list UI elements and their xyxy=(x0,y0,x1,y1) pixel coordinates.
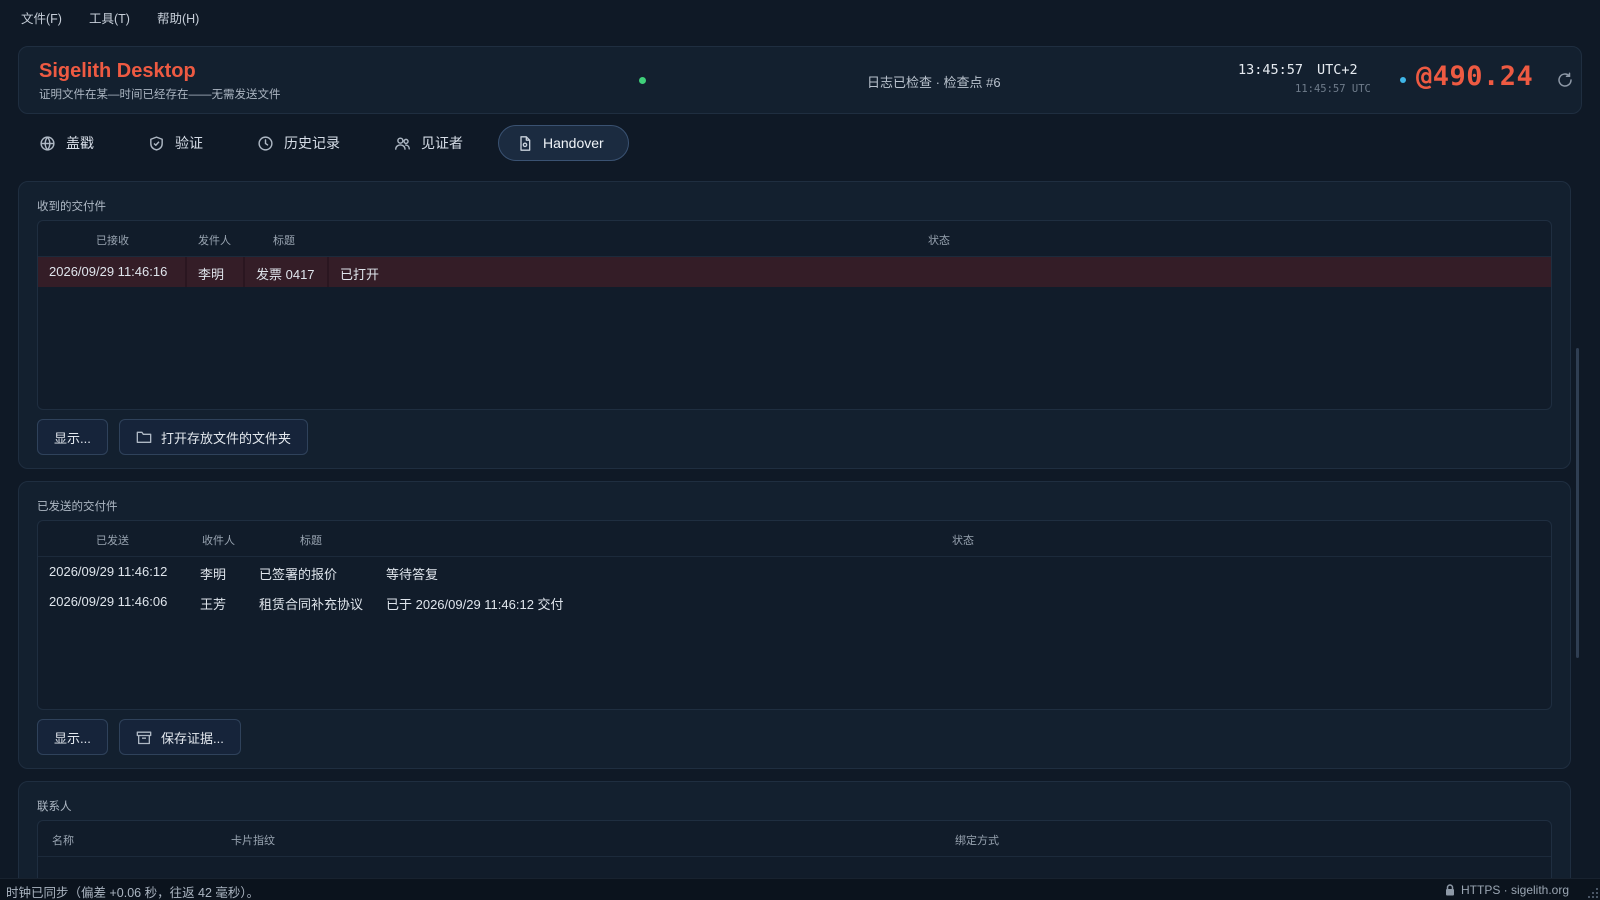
tab-label: 验证 xyxy=(175,135,203,151)
lock-icon xyxy=(1446,884,1454,896)
menu-help[interactable]: 帮助(H) xyxy=(157,8,199,27)
tab-handover[interactable]: Handover xyxy=(498,125,629,161)
refresh-icon[interactable] xyxy=(1556,71,1574,89)
beat-time: @490.24 xyxy=(1416,61,1534,92)
scrollbar[interactable] xyxy=(1576,348,1579,658)
open-folder-button[interactable]: 打开存放文件的文件夹 xyxy=(119,419,309,455)
table-header: 名称 卡片指纹 绑定方式 xyxy=(38,821,1551,857)
panel-title: 联系人 xyxy=(37,801,72,813)
sent-table: 已发送 收件人 标题 状态 2026/09/29 11:46:12 李明 已签署… xyxy=(37,520,1552,710)
subject-cell: 已签署的报价 xyxy=(259,567,338,582)
button-label: 显示... xyxy=(54,730,91,746)
column-header[interactable]: 标题 xyxy=(300,532,322,548)
subject-cell: 发票 0417 xyxy=(256,267,315,282)
status-cell: 已打开 xyxy=(340,267,380,282)
table-header: 已接收 发件人 标题 状态 xyxy=(38,221,1551,257)
column-header[interactable]: 标题 xyxy=(273,232,295,248)
panel-title: 收到的交付件 xyxy=(37,201,106,213)
tab-witnesses[interactable]: 见证者 xyxy=(390,125,467,161)
received-table: 已接收 发件人 标题 状态 2026/09/29 11:46:16 李明 发票 … xyxy=(37,220,1552,410)
users-icon xyxy=(395,136,410,150)
status-cell: 等待答复 xyxy=(386,567,439,582)
tab-verify[interactable]: 验证 xyxy=(144,125,207,161)
column-header[interactable]: 卡片指纹 xyxy=(231,832,275,848)
archive-icon xyxy=(136,731,152,744)
sent-panel: 已发送的交付件 已发送 收件人 标题 状态 2026/09/29 11:46:1… xyxy=(18,481,1571,769)
local-time: 13:45:57 xyxy=(1238,62,1304,78)
column-header[interactable]: 已接收 xyxy=(96,232,129,248)
panel-title: 已发送的交付件 xyxy=(37,501,118,513)
column-header[interactable]: 名称 xyxy=(52,832,74,848)
subject-cell: 租赁合同补充协议 xyxy=(259,597,364,612)
menu-bar: 文件(F) 工具(T) 帮助(H) xyxy=(0,0,1600,34)
cell-separator xyxy=(185,257,187,287)
received-cell: 2026/09/29 11:46:16 xyxy=(49,264,168,279)
show-sent-button[interactable]: 显示... xyxy=(37,719,108,755)
local-clock: 13:45:57 UTC+2 xyxy=(1238,62,1358,78)
sent-cell: 2026/09/29 11:46:12 xyxy=(49,564,168,579)
cell-separator xyxy=(327,257,329,287)
tab-bar: 盖戳 验证 历史记录 见证者 Handover xyxy=(35,125,675,161)
recipient-cell: 王芳 xyxy=(200,597,227,612)
menu-tools[interactable]: 工具(T) xyxy=(89,8,130,27)
folder-icon xyxy=(136,431,152,443)
tab-label: 历史记录 xyxy=(284,135,340,151)
header-card: Sigelith Desktop 证明文件在某—时间已经存在——无需发送文件 日… xyxy=(18,46,1582,114)
recipient-cell: 李明 xyxy=(200,567,227,582)
show-received-button[interactable]: 显示... xyxy=(37,419,108,455)
cell-separator xyxy=(243,257,245,287)
save-evidence-button[interactable]: 保存证据... xyxy=(119,719,241,755)
status-bar: 时钟已同步（偏差 +0.06 秒，往返 42 毫秒）。 HTTPS · sige… xyxy=(0,878,1600,900)
tab-label: Handover xyxy=(543,135,604,151)
column-header[interactable]: 状态 xyxy=(952,532,974,548)
table-row[interactable]: 2026/09/29 11:46:06 王芳 租赁合同补充协议 已于 2026/… xyxy=(38,587,1551,617)
sender-cell: 李明 xyxy=(198,267,225,282)
button-label: 显示... xyxy=(54,430,91,446)
clock-sync-status: 时钟已同步（偏差 +0.06 秒，往返 42 毫秒）。 xyxy=(6,886,260,900)
app-title: Sigelith Desktop xyxy=(39,60,196,82)
table-row[interactable]: 2026/09/29 11:46:16 李明 发票 0417 已打开 xyxy=(38,257,1551,287)
stamp-icon xyxy=(40,135,55,151)
beat-indicator-dot xyxy=(1400,77,1406,83)
received-panel: 收到的交付件 已接收 发件人 标题 状态 2026/09/29 11:46:16… xyxy=(18,181,1571,469)
column-header[interactable]: 收件人 xyxy=(202,532,235,548)
document-icon xyxy=(520,135,531,151)
clock-icon xyxy=(258,135,273,151)
tab-label: 盖戳 xyxy=(66,135,94,151)
log-status: 日志已检查 · 检查点 #6 xyxy=(867,75,1001,90)
column-header[interactable]: 状态 xyxy=(928,232,950,248)
column-header[interactable]: 发件人 xyxy=(198,232,231,248)
shield-icon xyxy=(150,135,163,151)
tab-history[interactable]: 历史记录 xyxy=(253,125,344,161)
sent-cell: 2026/09/29 11:46:06 xyxy=(49,594,168,609)
column-header[interactable]: 绑定方式 xyxy=(955,832,999,848)
app-subtitle: 证明文件在某—时间已经存在——无需发送文件 xyxy=(39,89,281,101)
menu-file[interactable]: 文件(F) xyxy=(21,8,62,27)
table-row[interactable]: 2026/09/29 11:46:12 李明 已签署的报价 等待答复 xyxy=(38,557,1551,587)
button-label: 保存证据... xyxy=(161,730,224,746)
connection-label: HTTPS · sigelith.org xyxy=(1461,883,1570,897)
utc-time: 11:45:57 UTC xyxy=(1295,83,1371,95)
table-header: 已发送 收件人 标题 状态 xyxy=(38,521,1551,557)
tab-stamp[interactable]: 盖戳 xyxy=(35,125,98,161)
timezone-label: UTC+2 xyxy=(1317,62,1358,78)
status-cell: 已于 2026/09/29 11:46:12 交付 xyxy=(386,597,564,612)
resize-grip-icon[interactable] xyxy=(1588,888,1598,898)
connection-status: HTTPS · sigelith.org xyxy=(1445,883,1569,897)
tab-label: 见证者 xyxy=(421,135,463,151)
column-header[interactable]: 已发送 xyxy=(96,532,129,548)
button-label: 打开存放文件的文件夹 xyxy=(161,430,292,446)
sync-status-dot xyxy=(639,77,646,84)
